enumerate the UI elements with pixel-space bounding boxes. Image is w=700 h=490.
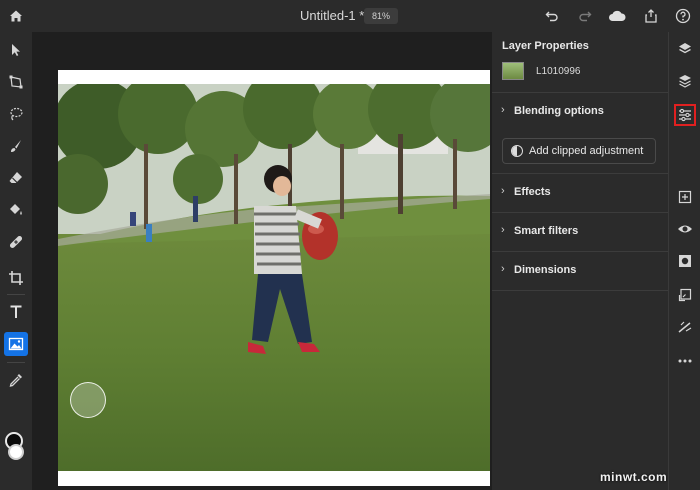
layers-icon[interactable] <box>674 38 696 60</box>
panel-divider <box>492 290 668 291</box>
mask-icon[interactable] <box>674 250 696 272</box>
row-blending-options[interactable]: › Blending options <box>492 92 668 130</box>
chevron-right-icon: › <box>501 104 505 116</box>
row-smart-filters[interactable]: › Smart filters <box>492 212 668 250</box>
clip-icon[interactable] <box>674 284 696 306</box>
adjustment-icon <box>511 145 523 157</box>
type-icon[interactable] <box>4 300 28 324</box>
help-icon[interactable] <box>673 6 693 26</box>
home-icon[interactable] <box>6 6 26 26</box>
layer-photo[interactable] <box>58 84 490 471</box>
redo-icon[interactable] <box>575 6 595 26</box>
eraser-icon[interactable] <box>4 166 28 190</box>
add-clipped-adjustment-button[interactable]: Add clipped adjustment <box>502 138 656 164</box>
layer-properties-panel: Layer Properties L1010996 › Blending opt… <box>492 32 668 490</box>
row-label: Blending options <box>514 105 604 117</box>
watermark-text: minwt.com <box>600 470 668 484</box>
undo-icon[interactable] <box>542 6 562 26</box>
document-title[interactable]: Untitled-1 * <box>300 8 364 23</box>
brush-icon[interactable] <box>4 134 28 158</box>
add-layer-icon[interactable] <box>674 186 696 208</box>
layers-alt-icon[interactable] <box>674 70 696 92</box>
chevron-right-icon: › <box>501 263 505 275</box>
clip-button-label: Add clipped adjustment <box>529 145 644 157</box>
eyedropper-icon[interactable] <box>4 368 28 392</box>
transform-icon[interactable] <box>4 70 28 94</box>
select-icon[interactable] <box>4 38 28 62</box>
paint-bucket-icon[interactable] <box>4 198 28 222</box>
row-label: Smart filters <box>514 225 579 237</box>
layer-name[interactable]: L1010996 <box>536 66 581 77</box>
zoom-level[interactable]: 81% <box>364 8 398 24</box>
toolbar-divider <box>7 362 25 363</box>
crop-icon[interactable] <box>4 266 28 290</box>
magic-icon[interactable] <box>674 316 696 338</box>
row-label: Effects <box>514 186 551 198</box>
place-image-icon[interactable] <box>4 332 28 356</box>
chevron-right-icon: › <box>501 185 505 197</box>
chevron-right-icon: › <box>501 224 505 236</box>
cloud-icon[interactable] <box>607 6 627 26</box>
row-label: Dimensions <box>514 264 577 276</box>
toolbar-divider <box>7 294 25 295</box>
more-icon[interactable] <box>674 350 696 372</box>
share-icon[interactable] <box>641 6 661 26</box>
panels-bar <box>668 32 700 490</box>
row-dimensions[interactable]: › Dimensions <box>492 251 668 289</box>
tools-toolbar <box>0 32 32 490</box>
row-effects[interactable]: › Effects <box>492 173 668 211</box>
top-bar: Untitled-1 * 81% <box>0 0 700 32</box>
brush-cursor <box>70 382 106 418</box>
panel-title: Layer Properties <box>502 40 589 52</box>
background-color-swatch[interactable] <box>8 444 24 460</box>
healing-icon[interactable] <box>4 230 28 254</box>
lasso-icon[interactable] <box>4 102 28 126</box>
visibility-icon[interactable] <box>674 218 696 240</box>
adjustments-icon[interactable] <box>674 104 696 126</box>
layer-thumbnail[interactable] <box>502 62 524 80</box>
